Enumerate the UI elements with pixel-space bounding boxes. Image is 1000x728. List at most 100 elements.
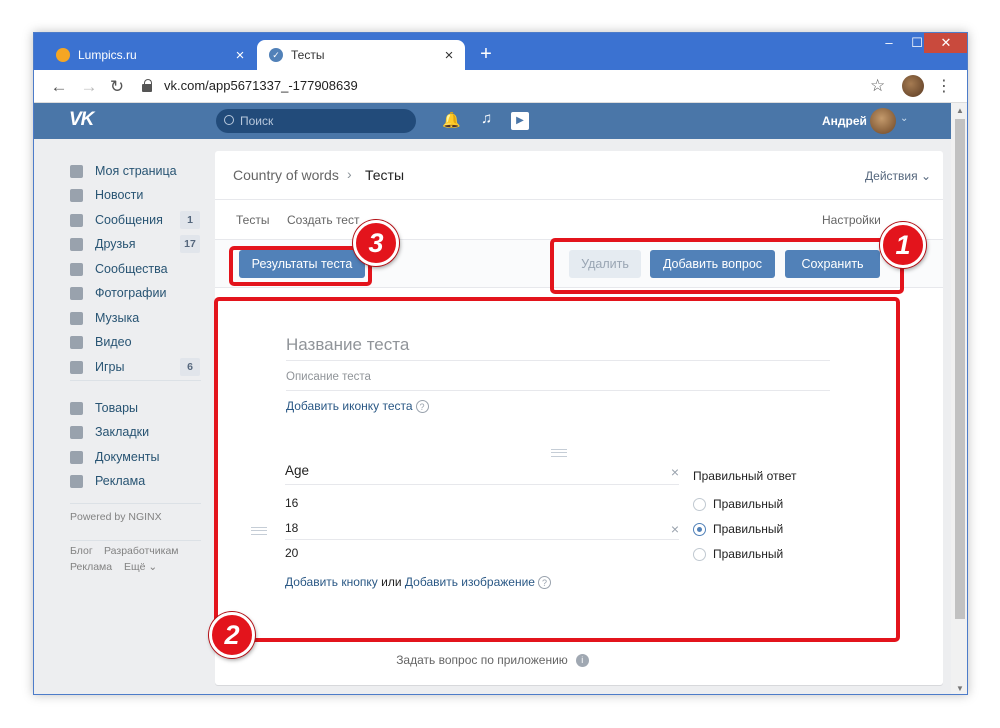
sidebar-item[interactable]: Друзья 17 bbox=[70, 234, 200, 254]
tab-settings[interactable]: Настройки bbox=[822, 213, 881, 227]
sidebar-item-label: Закладки bbox=[95, 425, 150, 439]
sidebar-item[interactable]: Музыка bbox=[70, 308, 139, 328]
sidebar-item[interactable]: Видео bbox=[70, 332, 132, 352]
sidebar-item-label: Товары bbox=[95, 401, 138, 415]
video-icon bbox=[70, 335, 83, 349]
sidebar-item-label: Видео bbox=[95, 335, 132, 349]
profile-avatar[interactable] bbox=[902, 75, 924, 97]
highlight-box-2 bbox=[214, 297, 900, 642]
tab-strip: Lumpics.ru × ✓ Тесты × + ‒ ☐ ✕ bbox=[34, 33, 967, 70]
count-badge: 17 bbox=[180, 235, 200, 253]
sidebar-item[interactable]: Игры 6 bbox=[70, 357, 200, 377]
home-icon bbox=[70, 164, 83, 178]
vk-header: VK Поиск 🔔 ♫ ▶ Андрей ⌄ bbox=[34, 103, 951, 139]
vk-logo[interactable]: VK bbox=[69, 109, 94, 131]
highlight-box-1 bbox=[550, 238, 904, 294]
sidebar-item-label: Музыка bbox=[95, 311, 140, 325]
sidebar-item[interactable]: Реклама bbox=[70, 471, 145, 491]
annotation-number-2: 2 bbox=[209, 612, 255, 658]
breadcrumb-app[interactable]: Country of words bbox=[233, 167, 339, 183]
notifications-bell-icon[interactable]: 🔔 bbox=[442, 111, 461, 129]
minimize-button[interactable]: ‒ bbox=[874, 33, 904, 53]
music-icon[interactable]: ♫ bbox=[481, 110, 492, 127]
lumpics-favicon-icon bbox=[56, 48, 70, 62]
menu-divider bbox=[70, 380, 201, 381]
sidebar-item[interactable]: Моя страница bbox=[70, 161, 177, 181]
scroll-down-icon[interactable]: ▼ bbox=[956, 684, 964, 693]
avatar[interactable] bbox=[870, 108, 896, 134]
chevron-down-icon[interactable]: ⌄ bbox=[900, 113, 908, 124]
footer-link-more[interactable]: Ещё ⌄ bbox=[124, 561, 157, 573]
tab-title: Lumpics.ru bbox=[78, 48, 137, 62]
goods-icon bbox=[70, 401, 83, 415]
footer-link-developers[interactable]: Разработчикам bbox=[104, 545, 179, 557]
tab-close-icon[interactable]: × bbox=[230, 47, 250, 64]
sidebar-item-label: Сообщения bbox=[95, 213, 163, 227]
tab-title: Тесты bbox=[291, 48, 325, 62]
play-icon[interactable]: ▶ bbox=[511, 112, 529, 130]
lock-icon[interactable] bbox=[142, 79, 152, 92]
sidebar-item-label: Реклама bbox=[95, 474, 146, 488]
user-name[interactable]: Андрей bbox=[822, 114, 867, 128]
menu-divider bbox=[70, 540, 201, 541]
page-title: Тесты bbox=[365, 167, 405, 183]
scrollbar[interactable]: ▲ ▼ bbox=[951, 103, 967, 694]
friends-icon bbox=[70, 237, 83, 251]
sidebar-item-label: Моя страница bbox=[95, 164, 177, 178]
sidebar-item[interactable]: Закладки bbox=[70, 422, 149, 442]
sidebar-item[interactable]: Фотографии bbox=[70, 283, 166, 303]
sidebar-item-label: Сообщества bbox=[95, 262, 168, 276]
photos-icon bbox=[70, 286, 83, 300]
scrollbar-thumb[interactable] bbox=[955, 119, 965, 619]
count-badge: 1 bbox=[180, 211, 200, 229]
ask-question-link[interactable]: Задать вопрос по приложению bbox=[396, 653, 568, 667]
address-bar: ← → ↻ vk.com/app5671337_-177908639 ☆ ⋮ bbox=[34, 70, 967, 103]
music-icon bbox=[70, 311, 83, 325]
sidebar-item-label: Новости bbox=[95, 188, 144, 202]
sidebar-item[interactable]: Сообщества bbox=[70, 259, 168, 279]
url-field[interactable]: vk.com/app5671337_-177908639 bbox=[164, 78, 358, 93]
tab-close-icon[interactable]: × bbox=[439, 47, 459, 64]
news-icon bbox=[70, 188, 83, 202]
forward-button[interactable]: → bbox=[78, 76, 100, 98]
tab-create-test[interactable]: Создать тест bbox=[287, 213, 359, 227]
search-icon bbox=[224, 115, 234, 125]
new-tab-button[interactable]: + bbox=[474, 41, 498, 67]
sidebar-item[interactable]: Документы bbox=[70, 447, 159, 467]
actions-dropdown[interactable]: Действия ⌄ bbox=[865, 169, 931, 183]
close-window-button[interactable]: ✕ bbox=[924, 33, 967, 53]
sidebar-item[interactable]: Сообщения 1 bbox=[70, 210, 200, 230]
bookmark-star-icon[interactable]: ☆ bbox=[870, 76, 885, 96]
footer-link-ads[interactable]: Реклама bbox=[70, 561, 112, 573]
breadcrumb-chevron-icon: › bbox=[347, 166, 352, 182]
browser-menu-icon[interactable]: ⋮ bbox=[936, 76, 952, 96]
documents-icon bbox=[70, 450, 83, 464]
search-input[interactable]: Поиск bbox=[216, 109, 416, 133]
ask-question-footer: Задать вопрос по приложению i bbox=[34, 653, 951, 668]
annotation-number-1: 1 bbox=[880, 222, 926, 268]
tab-lumpics[interactable]: Lumpics.ru × bbox=[44, 40, 256, 70]
count-badge: 6 bbox=[180, 358, 200, 376]
menu-divider bbox=[70, 503, 201, 504]
scroll-up-icon[interactable]: ▲ bbox=[956, 106, 964, 115]
messages-icon bbox=[70, 213, 83, 227]
sidebar-item-label: Фотографии bbox=[95, 286, 167, 300]
reload-button[interactable]: ↻ bbox=[106, 76, 128, 98]
back-button[interactable]: ← bbox=[48, 76, 70, 98]
ads-icon bbox=[70, 474, 83, 488]
footer-link-blog[interactable]: Блог bbox=[70, 545, 93, 557]
communities-icon bbox=[70, 262, 83, 276]
sidebar-item[interactable]: Товары bbox=[70, 398, 138, 418]
powered-by: Powered by NGINX bbox=[70, 511, 162, 523]
sidebar-item-label: Друзья bbox=[95, 237, 136, 251]
games-icon bbox=[70, 360, 83, 374]
sidebar-item-label: Документы bbox=[95, 450, 160, 464]
sidebar-item[interactable]: Новости bbox=[70, 185, 143, 205]
info-icon[interactable]: i bbox=[575, 654, 589, 668]
bookmarks-icon bbox=[70, 425, 83, 439]
annotation-number-3: 3 bbox=[353, 220, 399, 266]
divider bbox=[215, 199, 943, 200]
tab-tests[interactable]: ✓ Тесты × bbox=[257, 40, 465, 70]
tab-tests[interactable]: Тесты bbox=[236, 213, 269, 227]
search-placeholder: Поиск bbox=[240, 114, 274, 128]
